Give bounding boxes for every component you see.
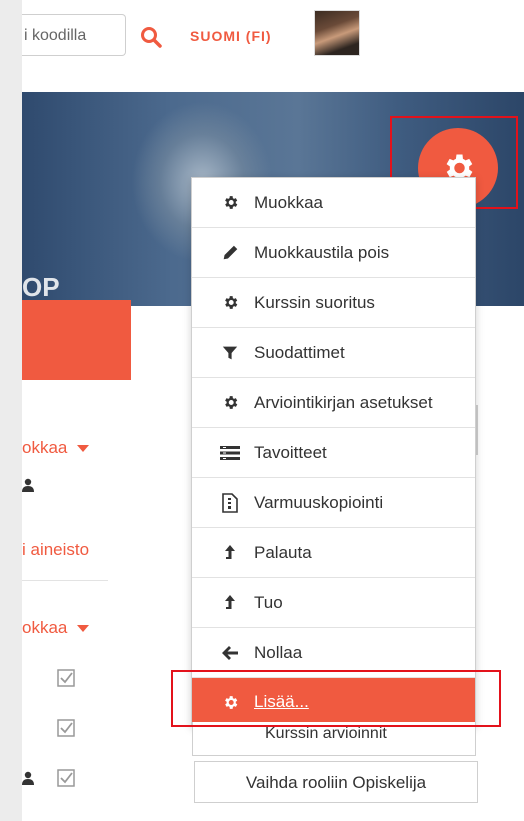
menu-item-label: Suodattimet bbox=[254, 342, 345, 362]
left-divider bbox=[22, 580, 108, 581]
menu-item-muokkaustila-pois[interactable]: Muokkaustila pois bbox=[192, 228, 475, 278]
material-link[interactable]: i aineisto bbox=[22, 540, 89, 560]
user-avatar[interactable] bbox=[314, 10, 360, 56]
menu-item-label: Kurssin suoritus bbox=[254, 292, 375, 312]
checkbox-icon[interactable] bbox=[56, 768, 76, 788]
edit-link-label-2: okkaa bbox=[22, 618, 68, 637]
search-icon[interactable] bbox=[140, 26, 162, 48]
upload-arrow-icon bbox=[220, 544, 240, 562]
caret-down-icon bbox=[77, 445, 90, 453]
menu-item-palauta[interactable]: Palauta bbox=[192, 528, 475, 578]
list-icon bbox=[220, 444, 240, 462]
menu-item-kurssin-suoritus[interactable]: Kurssin suoritus bbox=[192, 278, 475, 328]
edit-menu-link-1[interactable]: okkaa bbox=[22, 438, 90, 458]
menu-item-label: Kurssin arvioinnit bbox=[265, 725, 387, 742]
menu-item-label: Arviointikirjan asetukset bbox=[254, 392, 433, 412]
gear-icon bbox=[220, 194, 240, 212]
background-divider bbox=[476, 405, 478, 455]
menu-item-label: Nollaa bbox=[254, 642, 303, 662]
menu-item-kurssin-arvioinnit[interactable]: Kurssin arvioinnit bbox=[192, 722, 476, 756]
pencil-icon bbox=[220, 244, 240, 262]
caret-down-icon bbox=[77, 625, 90, 633]
menu-item-label: Varmuuskopiointi bbox=[254, 492, 384, 512]
menu-item-tuo[interactable]: Tuo bbox=[192, 578, 475, 628]
search-placeholder: i koodilla bbox=[24, 27, 87, 44]
edit-menu-link-2[interactable]: okkaa bbox=[22, 618, 90, 638]
highlight-box-lisaa bbox=[171, 670, 501, 727]
upload-arrow-icon bbox=[220, 594, 240, 612]
banner-text: OP bbox=[22, 272, 60, 302]
menu-item-label: Muokkaa bbox=[254, 192, 323, 212]
course-search-input[interactable]: i koodilla bbox=[22, 14, 126, 56]
menu-item-label: Muokkaustila pois bbox=[254, 242, 390, 262]
user-icon bbox=[22, 478, 34, 492]
checkbox-icon[interactable] bbox=[56, 718, 76, 738]
backup-file-icon bbox=[220, 492, 240, 513]
switch-role-button[interactable]: Vaihda rooliin Opiskelija bbox=[194, 761, 478, 803]
checkbox-icon[interactable] bbox=[56, 668, 76, 688]
menu-item-muokkaa[interactable]: Muokkaa bbox=[192, 178, 475, 228]
menu-item-arviointikirjan-asetukset[interactable]: Arviointikirjan asetukset bbox=[192, 378, 475, 428]
language-menu[interactable]: SUOMI (FI) bbox=[190, 28, 272, 44]
menu-item-label: Tavoitteet bbox=[254, 442, 327, 462]
menu-item-label: Palauta bbox=[254, 542, 312, 562]
arrow-left-icon bbox=[220, 644, 240, 662]
menu-item-label: Tuo bbox=[254, 592, 283, 612]
course-settings-dropdown: Muokkaa Muokkaustila pois Kurssin suorit… bbox=[191, 177, 476, 727]
menu-item-tavoitteet[interactable]: Tavoitteet bbox=[192, 428, 475, 478]
edit-link-label-1: okkaa bbox=[22, 438, 68, 457]
left-edge-strip bbox=[0, 0, 22, 821]
menu-item-suodattimet[interactable]: Suodattimet bbox=[192, 328, 475, 378]
filter-icon bbox=[220, 344, 240, 362]
course-title-block bbox=[22, 300, 131, 380]
user-icon bbox=[22, 771, 34, 785]
gear-icon bbox=[220, 394, 240, 412]
gear-icon bbox=[220, 294, 240, 312]
menu-item-varmuuskopiointi[interactable]: Varmuuskopiointi bbox=[192, 478, 475, 528]
